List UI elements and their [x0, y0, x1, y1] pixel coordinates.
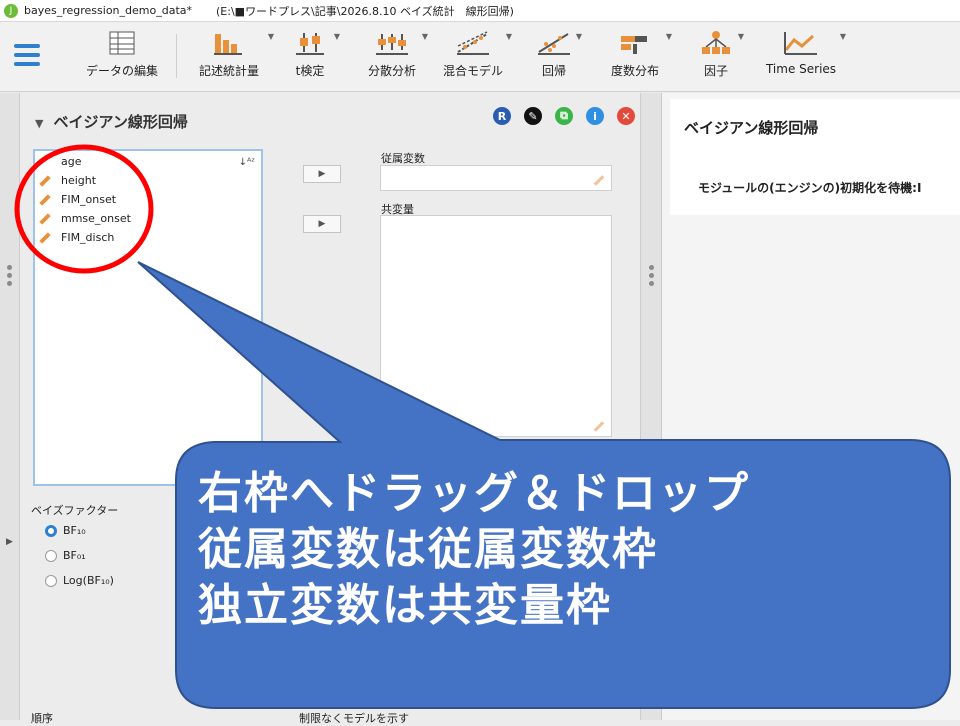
callout-line: 従属変数は従属変数枠	[198, 524, 658, 575]
callout-text: 右枠へドラッグ＆ドロップ 従属変数は従属変数枠 独立変数は共変量枠	[198, 466, 938, 634]
callout-line: 右枠へドラッグ＆ドロップ	[198, 468, 750, 519]
callout-line: 独立変数は共変量枠	[198, 580, 612, 631]
highlight-circle	[14, 144, 154, 274]
